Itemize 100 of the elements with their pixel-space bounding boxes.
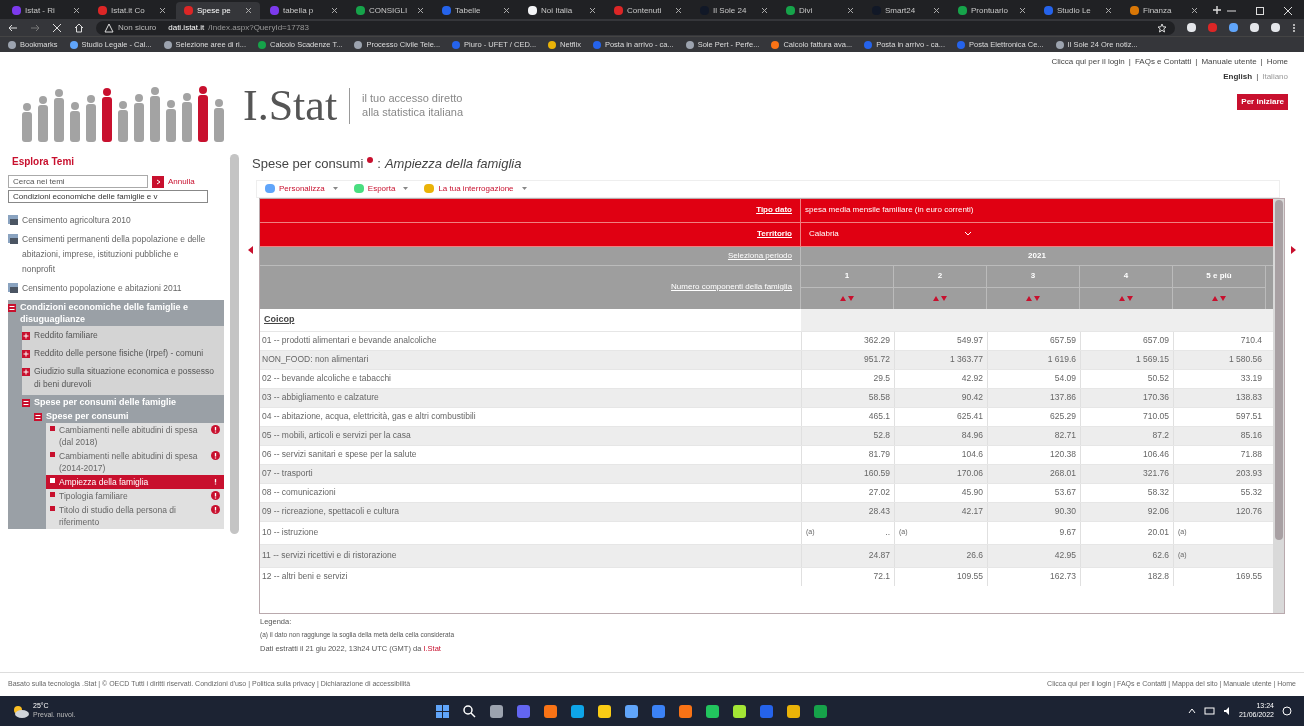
toolbar-menu[interactable]: Esporta [353,182,409,195]
table-cell: 29.5 [873,372,890,385]
taskbar-app-icon[interactable] [625,704,639,718]
table-scrollbar[interactable] [1274,199,1283,540]
taskbar-app-icon[interactable] [598,704,612,718]
search-field[interactable]: Cerca nei temi [8,175,148,188]
table-cell: 137.86 [1050,391,1076,404]
header-link[interactable]: Clicca qui per il login [1051,56,1125,68]
table-cell: 85.16 [1240,429,1262,442]
table-cell: 92.06 [1147,505,1169,518]
info-icon [367,156,374,163]
table-cell: 9.67 [1059,526,1076,539]
taskbar-app-icon[interactable] [544,704,558,718]
link-separator: | [1128,56,1131,68]
filter-value: spesa media mensile familiare (in euro correnti) [805,204,974,216]
table-cell: 951.72 [864,353,890,366]
start-button[interactable]: Per iniziare [1237,94,1288,110]
theme-link[interactable]: Censimento popolazione e abitazioni 2011 [22,281,182,296]
taskbar-app-icon[interactable] [679,704,693,718]
extension-icon[interactable] [1250,23,1259,32]
browser-tab[interactable]: Finanza [1122,2,1206,19]
browser-tab[interactable]: Istat.it Co [90,2,174,19]
browser-tab[interactable]: Tabelle [434,2,518,19]
taskbar-app-icon[interactable] [490,704,504,718]
taskbar-app-icon[interactable] [733,704,747,718]
toolbar-icon [265,184,275,193]
close-icon [245,7,252,14]
browser-tab[interactable]: Spese pe [176,2,260,19]
theme-link[interactable]: Censimento agricoltura 2010 [22,213,131,228]
network-icon [1203,706,1215,716]
taskbar-app-icon[interactable] [571,704,585,718]
maximize-icon [1256,6,1264,15]
browser-tab[interactable]: Contenuti [606,2,690,19]
theme-link[interactable]: Giudizio sulla situazione economica e possesso di beni durevoli [34,365,216,391]
dataset-item[interactable]: Cambiamenti nelle abitudini di spesa (dal 2018) [46,423,224,449]
browser-tab[interactable]: CONSIGLI [348,2,432,19]
table-cell: 1 569.15 [1135,353,1169,366]
table-cell: 160.59 [864,467,890,480]
browser-tab[interactable]: Studio Le [1036,2,1120,19]
table-cell: 169.55 [1236,570,1262,583]
cancel-link[interactable]: Annulla [168,175,195,188]
browser-tab[interactable]: Noi Italia [520,2,604,19]
theme-link[interactable]: Censimenti permanenti della popolazione e delle abitazioni, imprese, istituzioni pubbliche e nonprofit [22,232,212,277]
sidebar-scrollbar[interactable] [229,154,239,534]
close-icon [503,7,510,14]
search-button[interactable] [152,175,164,188]
close-icon [1105,7,1112,14]
toolbar-menu[interactable]: La tua interrogazione [424,182,527,195]
table-cell: 657.59 [1050,334,1076,347]
close-icon [847,7,854,14]
bullet-icon [50,478,55,483]
toolbar-menu[interactable]: Personalizza [265,182,338,195]
column-header: 2 [937,270,943,282]
dataset-item[interactable]: Titolo di studio della persona di riferimento [46,503,224,529]
column-header: 5 e più [1206,270,1232,282]
filter-label[interactable]: Tipo dato [756,204,792,216]
row-label: 06 -- servizi sanitari e spese per la salute [262,448,417,461]
table-cell: 53.67 [1054,486,1076,499]
toolbar-icon [353,184,364,193]
table-cell: 54.09 [1054,372,1076,385]
sort-arrows-icon [1119,295,1133,301]
header-link[interactable]: Home [1266,56,1288,68]
sort-arrows-icon [933,295,947,301]
extension-icon[interactable] [1187,23,1196,32]
dataset-item[interactable]: Tipologia familiare [46,489,224,503]
row-label: 05 -- mobili, articoli e servizi per la casa [262,429,411,442]
table-cell: 42.95 [1054,549,1076,562]
extension-icon[interactable] [1271,23,1280,32]
theme-link[interactable]: Reddito familiare [34,329,98,342]
close-icon [331,7,338,14]
language-link[interactable]: English [1223,71,1253,83]
taskbar-app-icon[interactable] [706,704,720,718]
star-icon [1157,22,1167,33]
taskbar-app-icon[interactable] [814,704,828,718]
header-link[interactable]: FAQs e Contatti [1134,56,1192,68]
taskbar-app-icon[interactable] [787,704,801,718]
address-bar[interactable]: Non sicuro dati.istat.it /Index.aspx?QueryId=17783 [96,20,1175,35]
browser-tab[interactable]: Divi [778,2,862,19]
theme-link[interactable]: Reddito delle persone fisiche (Irpef) - comuni [34,347,204,360]
scroll-right-icon [1291,245,1296,254]
taskbar-app-icon[interactable] [652,704,666,718]
filter-label[interactable]: Territorio [757,228,792,240]
dataset-item[interactable]: Ampiezza della famiglia [46,475,224,489]
row-label: 07 -- trasporti [262,467,313,480]
browser-tab[interactable]: Prontuario [950,2,1034,19]
caret-icon [403,187,409,190]
theme-dropdown[interactable]: Condizioni economiche delle famiglie e v [8,190,208,203]
browser-tab[interactable]: Smart24 [864,2,948,19]
header-link[interactable]: Manuale utente [1201,56,1257,68]
browser-tab[interactable]: tabella p [262,2,346,19]
territory-dropdown[interactable]: Calabria [805,227,975,241]
dataset-item[interactable]: Cambiamenti nelle abitudini di spesa (2014-2017) [46,449,224,475]
browser-tab[interactable]: Il Sole 24 [692,2,776,19]
browser-tab[interactable]: Istat - Ri [4,2,88,19]
tagline-text: il tuo accesso diretto [362,92,463,106]
link-separator: | [1195,56,1198,68]
extension-icon[interactable] [1229,23,1238,32]
table-cell: 138.83 [1236,391,1262,404]
row-header[interactable]: Coicop [264,312,295,327]
table-cell: 26.6 [966,549,983,562]
